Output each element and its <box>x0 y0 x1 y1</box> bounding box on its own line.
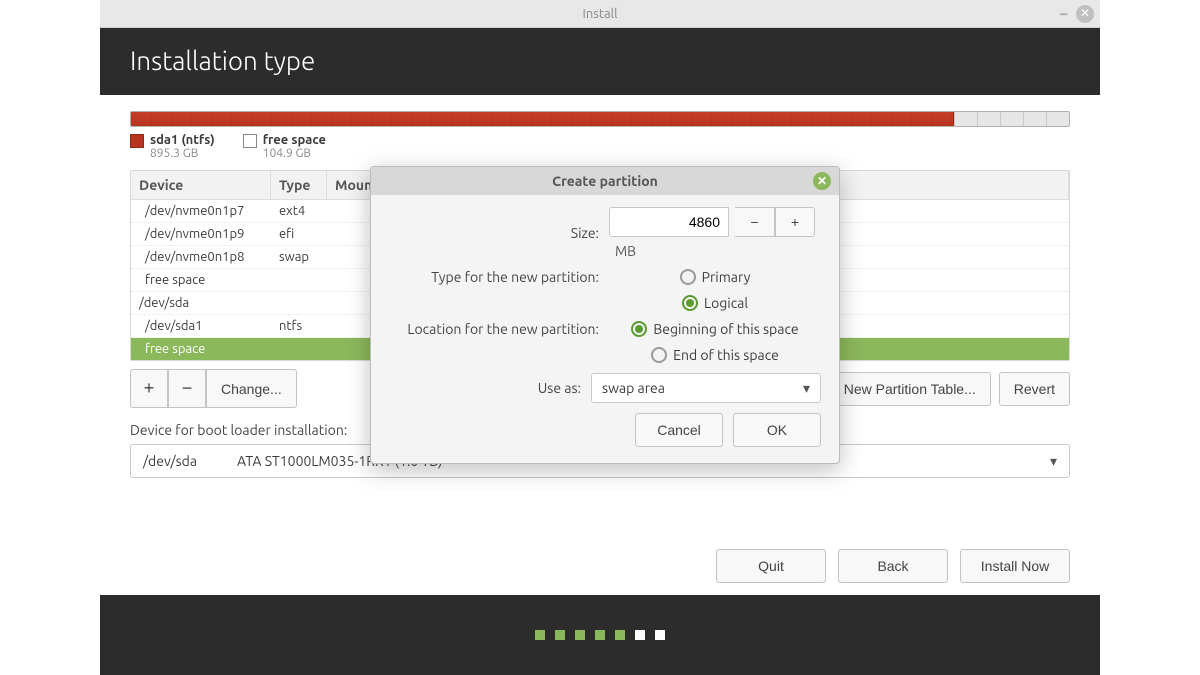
legend-used-label: sda1 (ntfs) <box>150 133 215 147</box>
titlebar: Install − ✕ <box>100 0 1100 28</box>
back-button[interactable]: Back <box>838 549 948 583</box>
legend-free-label: free space <box>263 133 326 147</box>
ok-button[interactable]: OK <box>733 413 821 447</box>
legend-used-size: 895.3 GB <box>150 147 215 160</box>
progress-dot <box>635 630 645 640</box>
progress-dot <box>555 630 565 640</box>
swatch-empty-icon <box>243 134 257 148</box>
window-title: Install <box>583 7 618 21</box>
quit-button[interactable]: Quit <box>716 549 826 583</box>
remove-partition-button[interactable]: − <box>168 369 206 408</box>
radio-logical[interactable]: Logical <box>682 295 748 311</box>
usage-free-segment <box>954 112 1069 126</box>
progress-dot <box>595 630 605 640</box>
usage-used-segment <box>131 112 954 126</box>
new-partition-table-button[interactable]: New Partition Table... <box>829 372 991 406</box>
radio-location-beginning[interactable]: Beginning of this space <box>631 321 798 337</box>
col-header-type[interactable]: Type <box>271 171 327 199</box>
partition-location-label: Location for the new partition: <box>389 321 599 337</box>
dialog-close-icon[interactable]: ✕ <box>813 172 831 190</box>
progress-dot <box>535 630 545 640</box>
dialog-title: Create partition <box>552 173 658 189</box>
install-now-button[interactable]: Install Now <box>960 549 1070 583</box>
use-as-label: Use as: <box>389 380 581 396</box>
legend-free-size: 104.9 GB <box>263 147 326 160</box>
size-unit: MB <box>615 243 636 259</box>
size-increment-button[interactable]: + <box>775 207 815 237</box>
radio-icon <box>651 347 667 363</box>
progress-dot <box>575 630 585 640</box>
radio-icon <box>680 269 696 285</box>
legend-used: sda1 (ntfs) 895.3 GB <box>130 133 215 160</box>
progress-dot <box>615 630 625 640</box>
radio-checked-icon <box>682 295 698 311</box>
cancel-button[interactable]: Cancel <box>635 413 723 447</box>
radio-primary[interactable]: Primary <box>680 269 751 285</box>
size-decrement-button[interactable]: − <box>735 207 775 237</box>
change-partition-button[interactable]: Change... <box>206 369 297 408</box>
legend-free: free space 104.9 GB <box>243 133 326 160</box>
radio-checked-icon <box>631 321 647 337</box>
progress-dot <box>655 630 665 640</box>
revert-button[interactable]: Revert <box>999 372 1070 406</box>
disk-usage-bar <box>130 111 1070 127</box>
col-header-device[interactable]: Device <box>131 171 271 199</box>
size-label: Size: <box>389 225 599 241</box>
radio-location-end[interactable]: End of this space <box>651 347 779 363</box>
size-input[interactable] <box>609 207 729 237</box>
close-icon[interactable]: ✕ <box>1076 5 1094 23</box>
bootloader-device: /dev/sda <box>143 453 197 469</box>
partition-type-label: Type for the new partition: <box>389 269 599 285</box>
chevron-down-icon: ▾ <box>803 380 810 397</box>
add-partition-button[interactable]: + <box>130 369 168 408</box>
use-as-select[interactable]: swap area ▾ <box>591 373 821 403</box>
progress-dots <box>100 595 1100 675</box>
minimize-icon[interactable]: − <box>1059 5 1068 23</box>
page-title: Installation type <box>100 28 1100 95</box>
create-partition-dialog: Create partition ✕ Size: − + MB Type for… <box>370 166 840 464</box>
chevron-down-icon: ▾ <box>1050 453 1057 470</box>
swatch-red-icon <box>130 134 144 148</box>
